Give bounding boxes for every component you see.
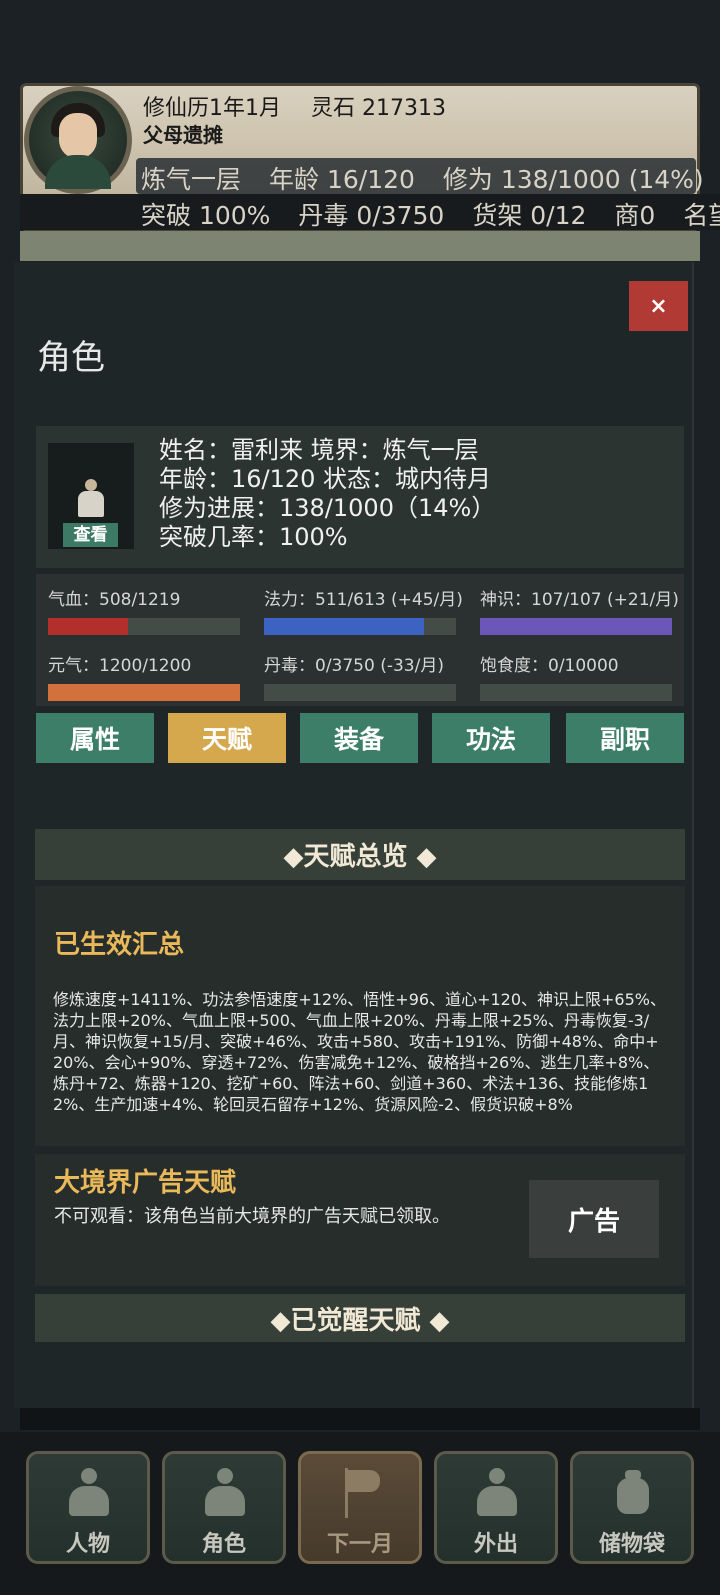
- stat-vitality-bar: [48, 684, 240, 701]
- calendar-text: 修仙历1年1月: [143, 96, 281, 121]
- stat-mana-fill: [264, 618, 425, 635]
- view-button[interactable]: 查看: [63, 523, 118, 547]
- hud-breakthrough: 突破 100%: [141, 201, 271, 230]
- tab-attributes[interactable]: 属性: [36, 713, 154, 763]
- tab-equipment[interactable]: 装备: [300, 713, 418, 763]
- nav-storage-bag-button[interactable]: 储物袋: [570, 1451, 694, 1564]
- nav-storage-bag-label: 储物袋: [598, 1532, 665, 1557]
- tab-side-jobs[interactable]: 副职: [566, 713, 684, 763]
- hud-realm: 炼气一层: [141, 165, 242, 194]
- stat-hp: 气血：508/1219: [48, 585, 240, 635]
- bottom-strip: [20, 1408, 700, 1430]
- character-portrait[interactable]: [24, 86, 132, 194]
- hud-calendar-line: 修仙历1年1月 灵石 217313: [143, 90, 446, 122]
- character-figure-icon: [74, 479, 108, 519]
- stat-toxin: 丹毒：0/3750 (-33/月): [264, 651, 456, 701]
- portrait-face: [59, 113, 97, 159]
- stat-mana: 法力：511/613 (+45/月): [264, 585, 463, 635]
- summary-text: 修炼速度+1411%、功法参悟速度+12%、悟性+96、道心+120、神识上限+…: [53, 990, 666, 1114]
- tab-talents[interactable]: 天赋: [168, 713, 286, 763]
- stat-hp-label: 气血：508/1219: [48, 590, 181, 610]
- stat-mana-label: 法力：511/613 (+45/月): [264, 590, 463, 610]
- nav-character-label: 角色: [201, 1532, 246, 1557]
- hud-subtitle: 父母遗摊: [143, 123, 223, 147]
- ad-talent-title: 大境界广告天赋: [54, 1168, 237, 1198]
- character-icon: [205, 1468, 245, 1518]
- nav-go-out-button[interactable]: 外出: [434, 1451, 558, 1564]
- tab-techniques[interactable]: 功法: [432, 713, 550, 763]
- bag-icon: [613, 1468, 653, 1518]
- spirit-stones-text: 灵石 217313: [311, 96, 446, 121]
- nav-next-month-label: 下一月: [326, 1532, 393, 1557]
- stat-toxin-label: 丹毒：0/3750 (-33/月): [264, 656, 444, 676]
- hud-scene-strip: [20, 231, 700, 261]
- portrait-body: [45, 155, 111, 189]
- stat-satiety-label: 饱食度：0/10000: [480, 656, 619, 676]
- talent-overview-header: ◆天赋总览 ◆: [35, 829, 685, 880]
- hud-age: 年龄 16/120: [269, 165, 415, 194]
- stat-spirit-fill: [480, 618, 672, 635]
- stat-vitality-label: 元气：1200/1200: [48, 656, 192, 676]
- hud-cultivation: 修为 138/1000 (14%): [442, 165, 704, 194]
- info-breakthrough: 突破几率：100%: [159, 523, 348, 551]
- stat-vitality: 元气：1200/1200: [48, 651, 240, 701]
- summary-title: 已生效汇总: [54, 930, 185, 960]
- nav-character-button[interactable]: 角色: [162, 1451, 286, 1564]
- awakened-talents-header: ◆已觉醒天赋 ◆: [35, 1294, 685, 1342]
- flag-icon: [341, 1468, 381, 1518]
- hud-merchant: 商0: [614, 201, 656, 230]
- stat-spirit: 神识：107/107 (+21/月): [480, 585, 679, 635]
- nav-next-month-button[interactable]: 下一月: [298, 1451, 422, 1564]
- stat-satiety: 饱食度：0/10000: [480, 651, 672, 701]
- hud-shelf: 货架 0/12: [472, 201, 587, 230]
- close-button[interactable]: ×: [629, 281, 688, 331]
- nav-person-button[interactable]: 人物: [26, 1451, 150, 1564]
- stat-mana-bar: [264, 618, 456, 635]
- tab-bar: 属性 天赋 装备 功法 副职: [36, 713, 684, 763]
- hud-row-2: 突破 100% 丹毒 0/3750 货架 0/12 商0 名望: [141, 196, 720, 232]
- ad-talent-desc: 不可观看：该角色当前大境界的广告天赋已领取。: [54, 1206, 450, 1227]
- ad-button[interactable]: 广告: [529, 1180, 659, 1258]
- hud-row-1: 炼气一层 年龄 16/120 修为 138/1000 (14%): [141, 160, 720, 196]
- stat-satiety-bar: [480, 684, 672, 701]
- hud-fame: 名望: [683, 201, 720, 230]
- nav-person-label: 人物: [65, 1532, 110, 1557]
- stat-hp-fill: [48, 618, 129, 635]
- stat-spirit-label: 神识：107/107 (+21/月): [480, 590, 679, 610]
- hud-pill-toxin: 丹毒 0/3750: [298, 201, 445, 230]
- stat-hp-bar: [48, 618, 240, 635]
- modal-title: 角色: [37, 338, 105, 378]
- stat-toxin-bar: [264, 684, 456, 701]
- lotus-icon: [477, 1468, 517, 1518]
- stat-spirit-bar: [480, 618, 672, 635]
- person-icon: [69, 1468, 109, 1518]
- stat-vitality-fill: [48, 684, 240, 701]
- nav-go-out-label: 外出: [473, 1532, 518, 1557]
